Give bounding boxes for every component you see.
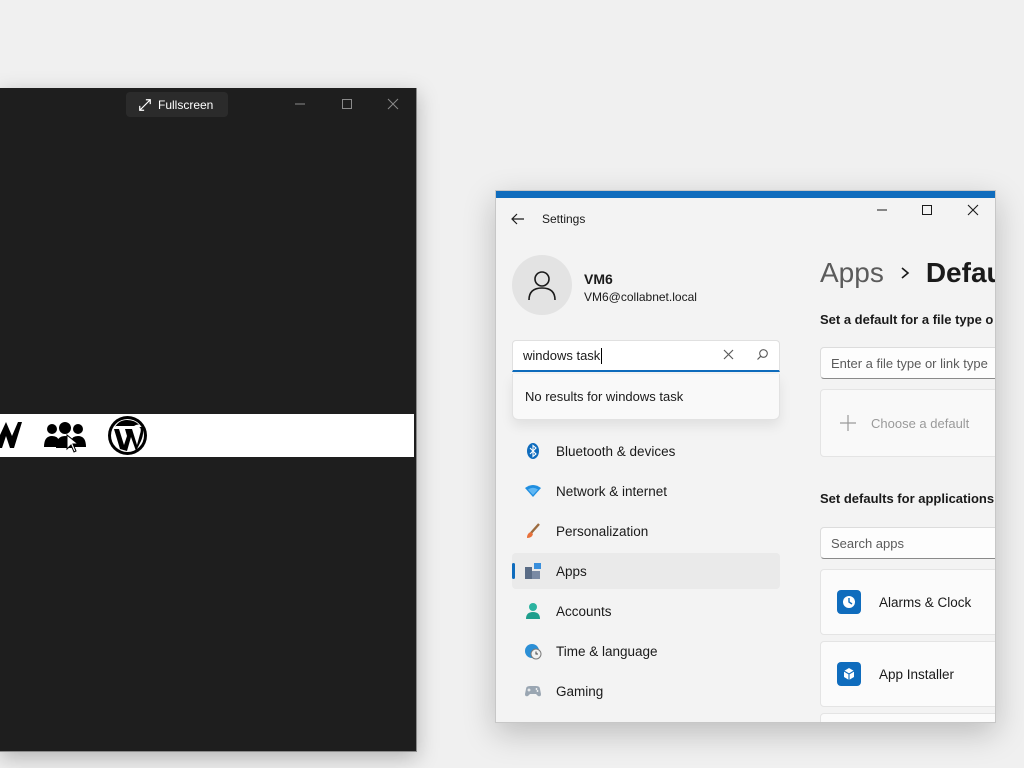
sidebar-item-label: Personalization	[556, 523, 649, 539]
apps-section-title: Set defaults for applications	[820, 491, 995, 506]
sidebar-item-time-language[interactable]: Time & language	[512, 633, 780, 669]
window-title: Settings	[542, 212, 586, 226]
fullscreen-label: Fullscreen	[158, 97, 214, 112]
brush-icon	[527, 523, 540, 538]
minimize-button[interactable]	[290, 94, 310, 114]
remote-desktop-window: Fullscreen	[0, 88, 417, 752]
breadcrumb-parent[interactable]: Apps	[820, 257, 884, 289]
text-caret	[601, 347, 603, 364]
minimize-icon	[877, 209, 887, 211]
file-type-section-title: Set a default for a file type o	[820, 312, 994, 327]
globe-clock-icon	[525, 644, 542, 660]
user-icon	[528, 271, 556, 301]
title-bar: Settings	[510, 211, 585, 227]
accent-bar	[496, 191, 995, 198]
settings-maximize-button[interactable]	[907, 199, 947, 221]
search-icon[interactable]	[756, 348, 769, 361]
breadcrumb-current: Defau	[925, 257, 996, 288]
close-icon	[967, 204, 979, 216]
app-row-alarms-clock[interactable]: Alarms & Clock	[820, 569, 995, 635]
breadcrumb: Apps Defau	[820, 257, 996, 289]
app-name: Alarms & Clock	[879, 594, 972, 610]
selection-indicator	[512, 563, 515, 579]
sidebar-item-bluetooth-devices[interactable]: Bluetooth & devices	[512, 433, 780, 469]
mouse-cursor-icon	[66, 434, 80, 453]
sidebar-item-label: Apps	[556, 563, 587, 579]
app-row-partial[interactable]	[820, 713, 995, 722]
sidebar-nav: Bluetooth & devices Network & internet P…	[512, 433, 780, 713]
wordpress-icon[interactable]	[107, 415, 148, 456]
app-row-app-installer[interactable]: App Installer	[820, 641, 995, 707]
close-icon	[387, 98, 399, 110]
plus-icon	[840, 415, 856, 431]
no-results-text: No results for windows task	[525, 389, 684, 404]
fullscreen-button[interactable]: Fullscreen	[126, 92, 228, 117]
apps-icon	[525, 563, 541, 579]
sidebar-item-network-internet[interactable]: Network & internet	[512, 473, 780, 509]
sidebar-item-label: Accounts	[556, 603, 612, 619]
back-arrow-icon[interactable]	[510, 211, 526, 227]
sidebar-item-label: Gaming	[556, 683, 604, 699]
expand-icon	[139, 98, 151, 111]
sidebar-item-accounts[interactable]: Accounts	[512, 593, 780, 629]
choose-default-button[interactable]: Choose a default	[820, 389, 995, 457]
clear-icon[interactable]	[722, 348, 735, 361]
settings-search-input[interactable]: windows task	[512, 340, 780, 372]
search-text: windows task	[523, 348, 601, 363]
maximize-icon	[922, 205, 932, 215]
sidebar-item-gaming[interactable]: Gaming	[512, 673, 780, 709]
maximize-icon	[342, 99, 352, 109]
search-results-popup: No results for windows task	[512, 374, 780, 420]
sidebar-item-label: Time & language	[556, 643, 658, 659]
app-name: App Installer	[879, 666, 955, 682]
settings-minimize-button[interactable]	[862, 199, 902, 221]
chevron-right-icon	[901, 267, 910, 279]
search-apps-input[interactable]: Search apps	[820, 527, 995, 559]
user-name: VM6	[584, 271, 613, 287]
gamepad-icon	[525, 686, 541, 697]
settings-window: Settings VM6 VM6@collabnet.local windows…	[495, 190, 996, 723]
wifi-icon	[525, 485, 541, 497]
avatar[interactable]	[512, 255, 572, 315]
minimize-icon	[295, 103, 305, 105]
sidebar-item-personalization[interactable]: Personalization	[512, 513, 780, 549]
maximize-button[interactable]	[337, 94, 357, 114]
file-type-input[interactable]: Enter a file type or link type	[820, 347, 995, 379]
alarms-clock-icon	[837, 590, 861, 614]
sidebar-item-apps[interactable]: Apps	[512, 553, 780, 589]
settings-close-button[interactable]	[953, 199, 993, 221]
app-installer-icon	[837, 662, 861, 686]
icon-strip	[0, 414, 414, 457]
m-logo-icon[interactable]	[0, 418, 24, 452]
sidebar-item-label: Bluetooth & devices	[556, 443, 676, 459]
accounts-icon	[526, 603, 540, 619]
bluetooth-icon	[527, 443, 539, 459]
sidebar-item-label: Network & internet	[556, 483, 668, 499]
close-button[interactable]	[383, 94, 403, 114]
user-email: VM6@collabnet.local	[584, 290, 697, 304]
choose-default-label: Choose a default	[871, 415, 970, 431]
